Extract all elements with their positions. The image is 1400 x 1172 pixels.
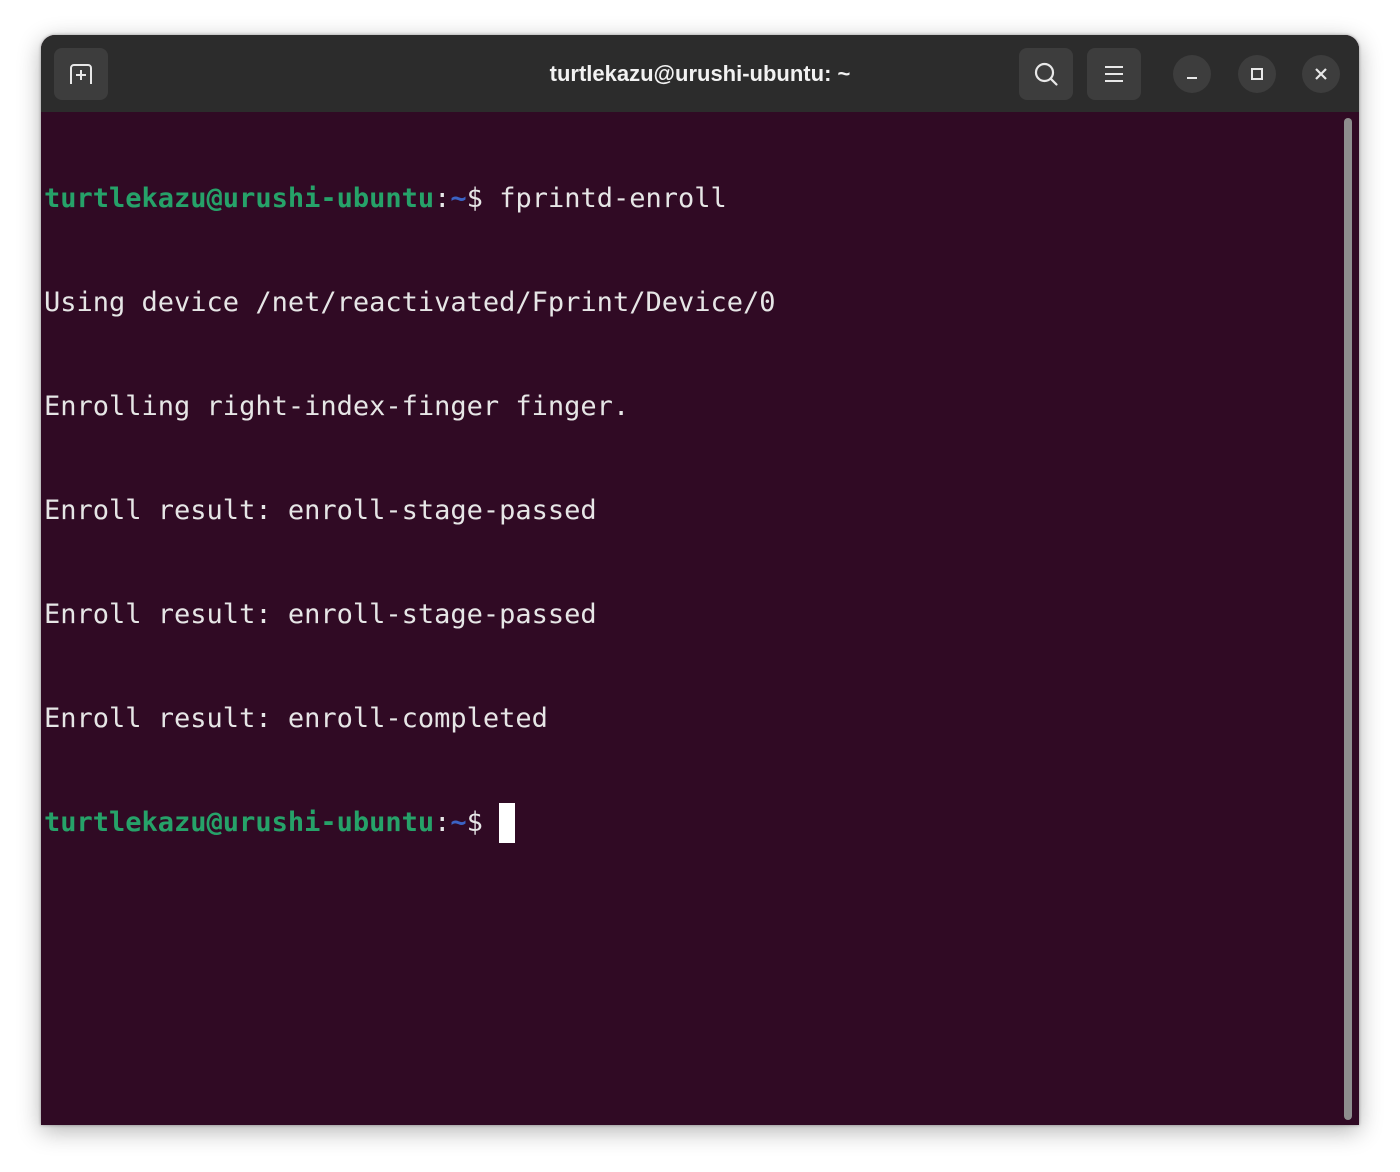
menu-button[interactable] [1087, 48, 1141, 100]
prompt-colon: : [434, 183, 451, 214]
maximize-icon [1251, 68, 1263, 80]
vertical-scrollbar[interactable] [1344, 118, 1352, 1120]
terminal-area[interactable]: turtlekazu@urushi-ubuntu:~$ fprintd-enro… [41, 112, 1359, 1125]
prompt-path: ~ [450, 807, 467, 838]
close-button[interactable] [1302, 55, 1340, 93]
window-title: turtlekazu@urushi-ubuntu: ~ [549, 61, 851, 86]
minimize-icon [1187, 77, 1197, 79]
text-cursor [499, 803, 516, 843]
new-tab-button[interactable] [54, 48, 108, 100]
search-button[interactable] [1019, 48, 1073, 100]
prompt-colon: : [434, 807, 451, 838]
output-line: Using device /net/reactivated/Fprint/Dev… [44, 287, 776, 318]
output-line: Enroll result: enroll-stage-passed [44, 599, 597, 630]
new-tab-icon [70, 64, 92, 84]
search-icon [1034, 62, 1058, 86]
terminal-window: turtlekazu@urushi-ubuntu: ~ turtlekazu@u… [41, 35, 1359, 1125]
prompt-user-host: turtlekazu@urushi-ubuntu [44, 183, 435, 214]
prompt-dollar: $ [466, 183, 500, 214]
close-icon [1315, 68, 1327, 80]
prompt-user-host: turtlekazu@urushi-ubuntu [44, 807, 435, 838]
prompt-path: ~ [450, 183, 467, 214]
output-line: Enrolling right-index-finger finger. [44, 391, 630, 422]
output-line: Enroll result: enroll-stage-passed [44, 495, 597, 526]
prompt-dollar: $ [466, 807, 500, 838]
current-prompt-line[interactable]: turtlekazu@urushi-ubuntu:~$ [44, 802, 776, 844]
minimize-button[interactable] [1173, 55, 1211, 93]
title-bar[interactable]: turtlekazu@urushi-ubuntu: ~ [41, 35, 1359, 112]
terminal-output: turtlekazu@urushi-ubuntu:~$ fprintd-enro… [44, 116, 776, 906]
maximize-button[interactable] [1238, 55, 1276, 93]
command-line: turtlekazu@urushi-ubuntu:~$ fprintd-enro… [44, 178, 776, 220]
hamburger-menu-icon [1105, 66, 1123, 82]
output-line: Enroll result: enroll-completed [44, 703, 548, 734]
command-text: fprintd-enroll [499, 183, 727, 214]
